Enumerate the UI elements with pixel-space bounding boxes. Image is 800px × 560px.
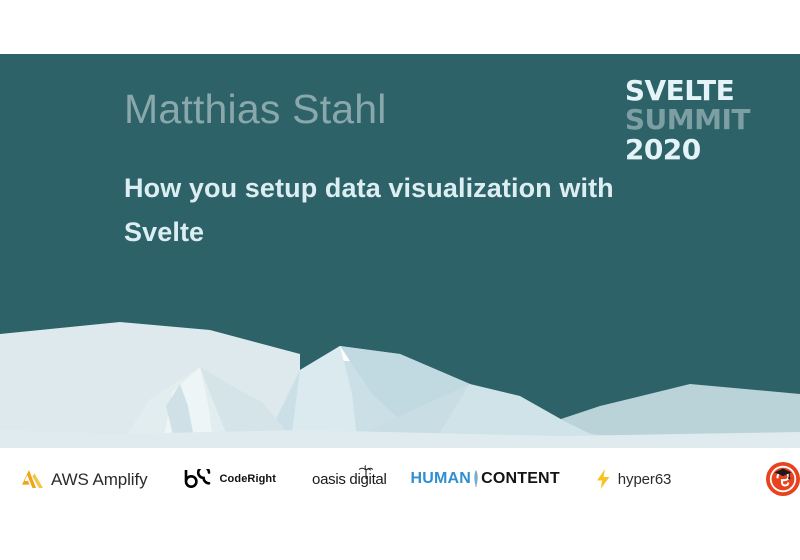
sponsor-label-content: CONTENT [481, 470, 560, 487]
slide-canvas: Matthias Stahl How you setup data visual… [0, 54, 800, 448]
sponsor-coderight[interactable]: CodeRight [182, 465, 277, 489]
speaker-name: Matthias Stahl [124, 86, 387, 132]
amplify-triangle-icon [22, 470, 44, 488]
sponsor-bar: AWS Amplify CodeRight oasis digital HUMA… [0, 448, 800, 560]
sponsor-oasis-digital[interactable]: oasis digital [312, 464, 387, 487]
sponsor-circle-badge[interactable] [765, 461, 800, 497]
talk-title: How you setup data visualization with Sv… [124, 173, 614, 247]
sponsor-logo-row: AWS Amplify CodeRight oasis digital HUMA… [0, 448, 800, 510]
logo-line-year: 2020 [624, 132, 701, 166]
sponsor-hyper63[interactable]: hyper63 [596, 469, 672, 489]
palm-tree-icon [357, 464, 375, 481]
sponsor-human-content[interactable]: HUMAN CONTENT [411, 470, 560, 488]
sponsor-label-oasis-digital: oasis digital [312, 470, 387, 488]
sponsor-label-hyper63: hyper63 [617, 470, 672, 488]
b6-mark-icon [182, 465, 214, 489]
sponsor-label-aws-amplify: AWS Amplify [51, 469, 148, 489]
sponsor-label-coderight: CodeRight [219, 472, 277, 485]
lightning-bolt-icon [596, 469, 611, 489]
sponsor-aws-amplify[interactable]: AWS Amplify [22, 470, 148, 488]
sponsor-label-human: HUMAN [410, 470, 472, 487]
logo-line-svelte: SVELTE [624, 74, 735, 107]
title-block: Matthias Stahl How you setup data visual… [124, 86, 664, 255]
feather-icon [472, 470, 480, 488]
graduate-circle-icon [765, 461, 800, 497]
svelte-summit-logo: SVELTE SUMMIT 2020 [624, 74, 751, 166]
logo-line-summit: SUMMIT [624, 103, 751, 137]
